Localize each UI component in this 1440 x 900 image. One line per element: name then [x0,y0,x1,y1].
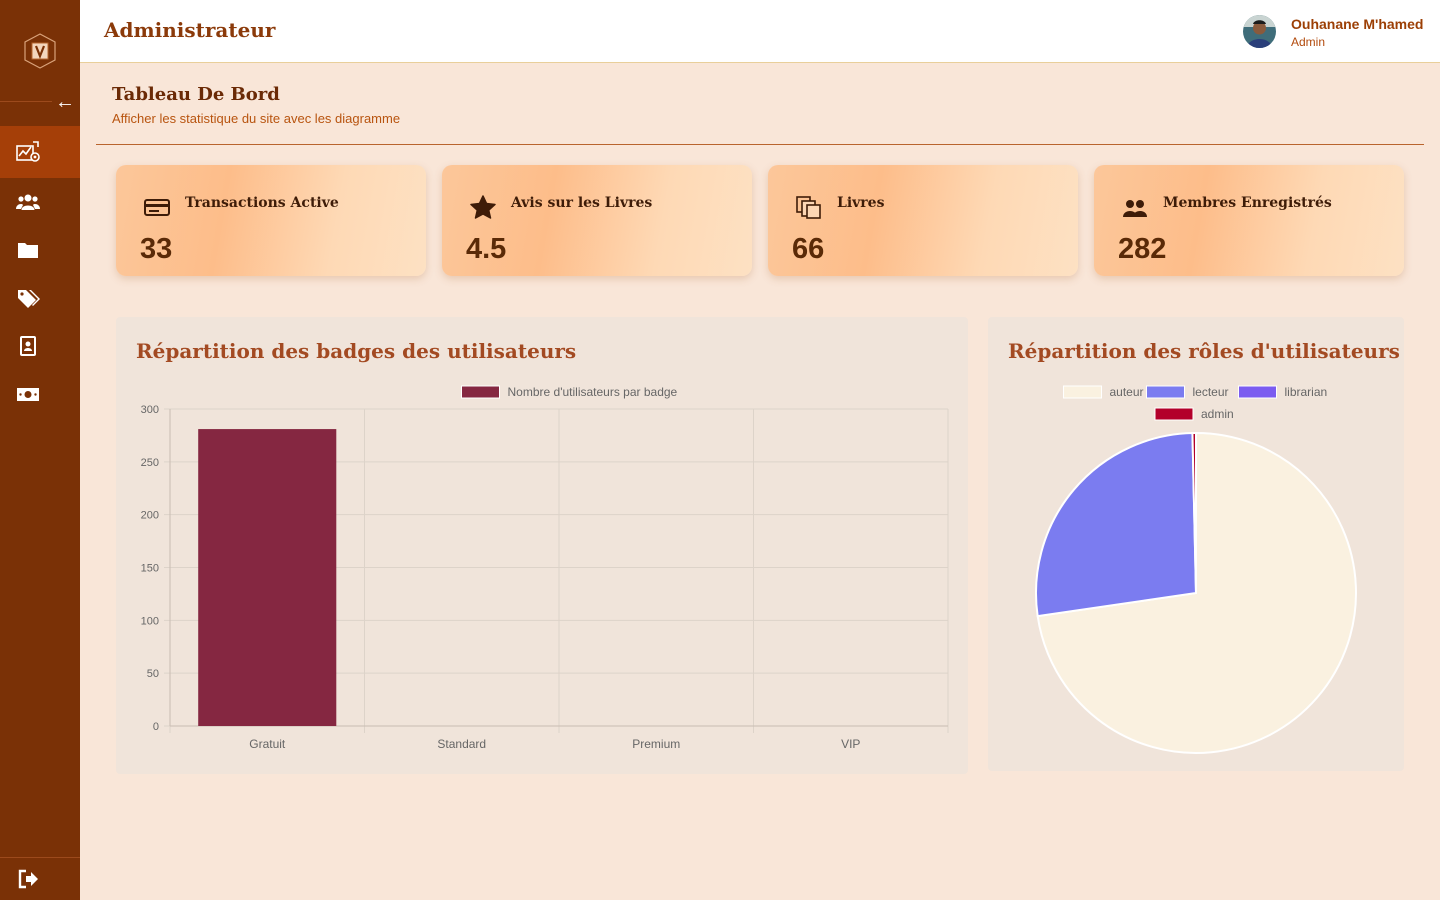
sidebar-item-dashboard[interactable] [0,126,80,178]
stat-value: 66 [792,233,825,265]
logout-icon [18,869,38,889]
sidebar-item-users[interactable] [0,178,80,226]
page-heading: Tableau De Bord Afficher les statistique… [112,84,400,126]
sidebar-item-folders[interactable] [0,226,80,274]
books-icon [796,196,821,219]
y-tick-label: 0 [153,721,159,733]
page-title: Tableau De Bord [112,84,280,105]
tags-icon [18,290,40,308]
sidebar-item-payments[interactable] [0,370,80,418]
x-tick-label: VIP [841,737,860,751]
app-logo[interactable] [21,32,59,70]
avatar[interactable] [1243,15,1276,48]
users-icon [16,194,40,210]
legend-swatch-librarian [1238,385,1277,399]
legend-swatch [461,385,500,399]
page-subtitle: Afficher les statistique du site avec le… [112,111,401,126]
stat-label: Membres Enregistrés [1163,195,1332,211]
stat-value: 33 [140,233,173,265]
badge-bar-chart: Nombre d'utilisateurs par badge 0 50 100 150… [141,385,949,751]
money-icon [17,388,39,401]
badge-chart-title: Répartition des badges des utilisateurs [136,339,577,363]
y-tick-label: 300 [141,404,159,416]
app-title: Administrateur [104,18,276,42]
dashboard-icon [16,141,40,162]
legend-label: Nombre d'utilisateurs par badge [508,385,678,399]
stat-label: Livres [837,195,885,211]
legend-label-admin: admin [1201,407,1234,421]
members-icon [1123,200,1147,217]
roles-chart-title: Répartition des rôles d'utilisateurs [1008,339,1400,363]
topbar: Administrateur Ouhanane M'hamed Admin [80,0,1440,63]
y-tick-label: 100 [141,615,159,627]
roles-chart-panel: auteur lecteur librarian admin Répartition … [988,317,1404,771]
sidebar-item-tags[interactable] [0,274,80,322]
stat-value: 4.5 [466,233,507,265]
user-name[interactable]: Ouhanane M'hamed [1291,16,1423,32]
legend-label-auteur: auteur [1110,385,1144,399]
legend-swatch-lecteur [1146,385,1185,399]
legend-swatch-auteur [1063,385,1102,399]
legend-label-librarian: librarian [1285,385,1328,399]
badge-chart-panel: Nombre d'utilisateurs par badge 0 50 100 150… [116,317,968,774]
stat-label: Transactions Active [185,195,339,211]
folder-icon [18,243,38,258]
stat-card-books[interactable]: Livres 66 [768,165,1078,276]
credit-card-icon [144,199,170,216]
sidebar-divider [0,101,52,102]
legend-swatch-admin [1154,407,1194,421]
x-tick-label: Premium [632,737,680,751]
stat-label: Avis sur les Livres [511,195,653,211]
x-tick-label: Standard [437,737,486,751]
arrow-left-icon[interactable]: ← [54,90,76,114]
stat-card-transactions[interactable]: Transactions Active 33 [116,165,426,276]
sidebar-item-contacts[interactable] [0,322,80,370]
pie-slice-lecteur [1035,432,1198,618]
legend-label-lecteur: lecteur [1193,385,1229,399]
stat-card-members[interactable]: Membres Enregistrés 282 [1094,165,1404,276]
y-tick-label: 150 [141,563,159,575]
heading-divider [96,144,1424,145]
stat-card-reviews[interactable]: Avis sur les Livres 4.5 [442,165,752,276]
y-tick-label: 50 [147,668,159,680]
user-role: Admin [1291,35,1326,49]
contact-card-icon [20,336,36,356]
y-tick-label: 200 [141,510,159,522]
y-tick-label: 250 [141,457,159,469]
logout-button[interactable] [0,855,80,900]
x-tick-label: Gratuit [249,737,286,751]
star-icon [470,195,496,219]
roles-pie-chart: auteur lecteur librarian admin [1035,385,1357,754]
sidebar: ← [0,0,80,900]
bar-gratuit [198,429,337,726]
stat-value: 282 [1118,233,1167,265]
